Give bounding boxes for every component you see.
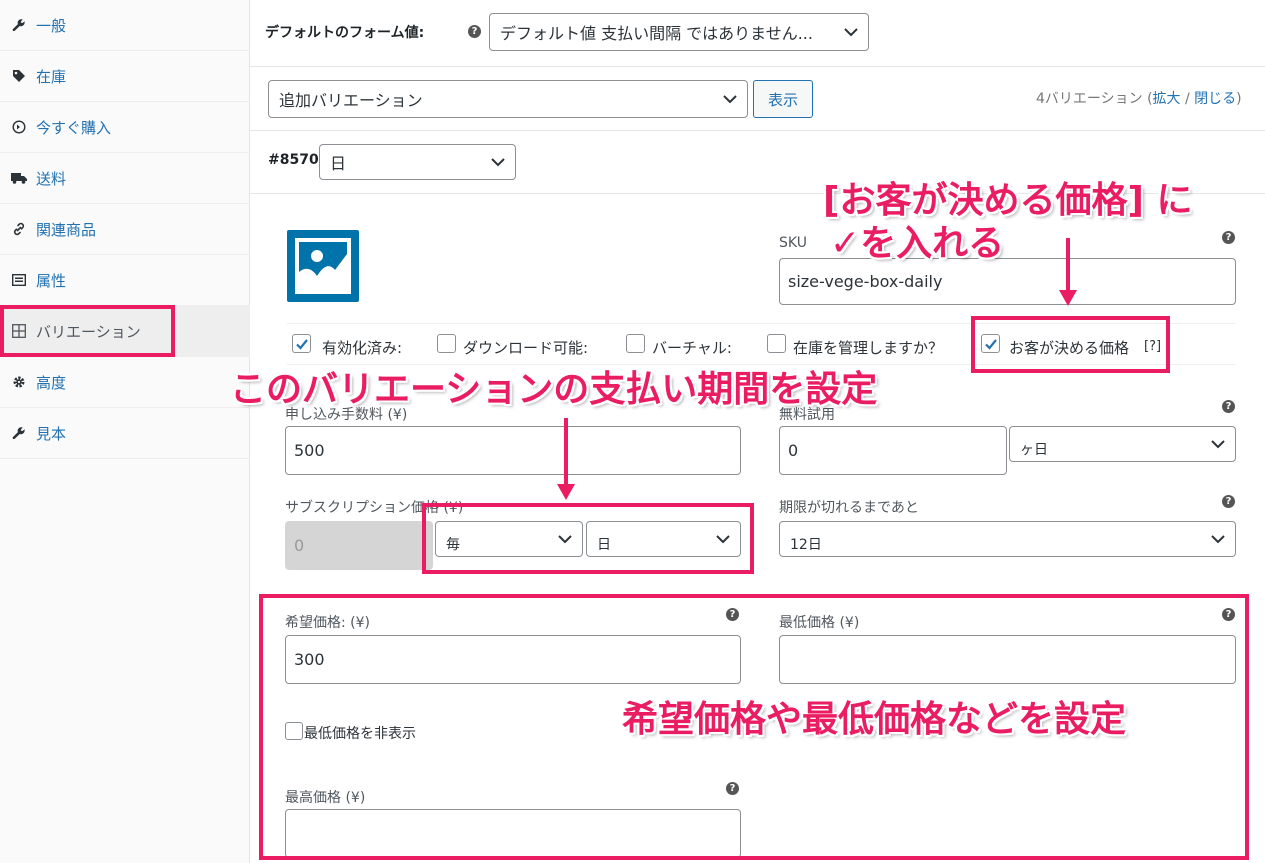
link-icon (10, 222, 28, 236)
variation-count-close: ) (1236, 91, 1242, 107)
highlight-variations-tab (0, 305, 175, 357)
variation-id: #8570 (268, 152, 319, 168)
truck-icon (10, 172, 28, 184)
enabled-checkbox[interactable] (292, 334, 311, 353)
annotation-arrow (1066, 238, 1070, 290)
annotation-billing-period: このバリエーションの支払い期間を設定 (230, 369, 878, 410)
image-icon (295, 238, 351, 294)
manage-stock-label: 在庫を管理しますか？ (793, 339, 944, 357)
chevron-down-icon (1211, 535, 1225, 544)
list-icon (10, 274, 28, 286)
free-trial-value: 0 (788, 441, 799, 460)
default-form-value-text: デフォルト値 支払い間隔 ではありません... (500, 24, 813, 43)
annotation-arrow (564, 418, 568, 484)
show-button[interactable]: 表示 (753, 80, 813, 118)
virtual-label: バーチャル: (652, 339, 732, 357)
add-variation-select[interactable]: 追加バリエーション (268, 80, 748, 118)
signup-fee-input[interactable]: 500 (285, 426, 741, 475)
chevron-down-icon (491, 158, 505, 167)
circle-arrow-icon (10, 120, 28, 134)
tab-inventory-label: 在庫 (36, 67, 67, 86)
default-form-value-select[interactable]: デフォルト値 支払い間隔 ではありません... (489, 13, 869, 51)
divider (250, 130, 1265, 131)
chevron-down-icon (723, 95, 737, 104)
default-form-values-label: デフォルトのフォーム値: (265, 25, 425, 41)
divider (250, 66, 1265, 67)
sku-value: size-vege-box-daily (788, 272, 943, 291)
expire-after-select[interactable]: 12日 (779, 521, 1236, 557)
tab-general[interactable]: 一般 (0, 0, 250, 51)
product-data-tabs: 一般 在庫 今すぐ購入 送料 関連商品 属性 バリエーション 高度 見本 (0, 0, 250, 863)
gear-icon (10, 375, 28, 389)
chevron-down-icon (844, 28, 858, 37)
manage-stock-checkbox[interactable] (767, 334, 786, 353)
variation-attribute-select[interactable]: 日 (319, 144, 516, 180)
free-trial-input[interactable]: 0 (779, 426, 1007, 475)
app-root: 一般 在庫 今すぐ購入 送料 関連商品 属性 バリエーション 高度 見本 デフォ… (0, 0, 1265, 863)
tab-attributes-label: 属性 (36, 271, 67, 290)
add-variation-text: 追加バリエーション (279, 91, 423, 110)
annotation-nyp-line1: [お客が決める価格] に (823, 180, 1193, 221)
downloadable-label: ダウンロード可能: (463, 339, 589, 357)
annotation-arrow-head (557, 484, 575, 500)
tab-buy-now-label: 今すぐ購入 (36, 118, 112, 137)
variation-image-placeholder[interactable] (287, 230, 359, 302)
highlight-name-your-price (971, 316, 1170, 373)
tab-shipping-label: 送料 (36, 169, 67, 188)
chevron-down-icon (1211, 440, 1225, 449)
variation-count: 4バリエーション (拡大 / 閉じる) (1036, 88, 1242, 108)
enabled-label: 有効化済み: (322, 339, 403, 357)
highlight-billing-period (422, 503, 754, 574)
signup-fee-value: 500 (294, 441, 325, 460)
tab-general-label: 一般 (36, 16, 67, 35)
tab-attributes[interactable]: 属性 (0, 255, 250, 306)
tab-inventory[interactable]: 在庫 (0, 51, 250, 102)
tab-buy-now[interactable]: 今すぐ購入 (0, 102, 250, 153)
downloadable-checkbox[interactable] (437, 334, 456, 353)
tab-advanced-label: 高度 (36, 373, 67, 392)
annotation-nyp-line2: ✓を入れる (830, 223, 1005, 264)
variation-count-text: 4バリエーション ( (1036, 91, 1153, 107)
tab-shipping[interactable]: 送料 (0, 153, 250, 204)
tag-icon (10, 69, 28, 83)
tab-advanced[interactable]: 高度 (0, 357, 250, 408)
virtual-checkbox[interactable] (626, 334, 645, 353)
free-trial-period-select[interactable]: ヶ日 (1009, 426, 1236, 462)
help-icon[interactable]: ? (1222, 495, 1235, 508)
annotation-price-settings: 希望価格や最低価格などを設定 (622, 699, 1127, 740)
expand-link[interactable]: 拡大 (1153, 91, 1181, 107)
free-trial-period-text: ヶ日 (1020, 442, 1048, 458)
expire-after-text: 12日 (790, 537, 822, 553)
sku-input[interactable]: size-vege-box-daily (779, 258, 1236, 305)
tab-swatches-label: 見本 (36, 424, 67, 443)
wrench-icon (10, 426, 28, 440)
annotation-arrow-head (1059, 290, 1077, 306)
wrench-icon (10, 18, 28, 32)
checkmark-icon (296, 339, 308, 350)
subscription-price-input[interactable]: 0 (285, 521, 433, 570)
expire-after-label: 期限が切れるまであと (779, 500, 919, 516)
sku-label: SKU (779, 235, 807, 251)
tab-linked-products-label: 関連商品 (36, 220, 97, 239)
close-link[interactable]: 閉じる (1194, 91, 1236, 107)
subscription-price-value: 0 (294, 536, 305, 555)
variation-attribute-text: 日 (330, 154, 347, 173)
tab-linked-products[interactable]: 関連商品 (0, 204, 250, 255)
link-separator: / (1180, 91, 1195, 107)
help-icon[interactable]: ? (1222, 231, 1235, 244)
tab-swatches[interactable]: 見本 (0, 408, 250, 459)
help-icon[interactable]: ? (1222, 400, 1235, 413)
help-icon[interactable]: ? (468, 25, 481, 38)
